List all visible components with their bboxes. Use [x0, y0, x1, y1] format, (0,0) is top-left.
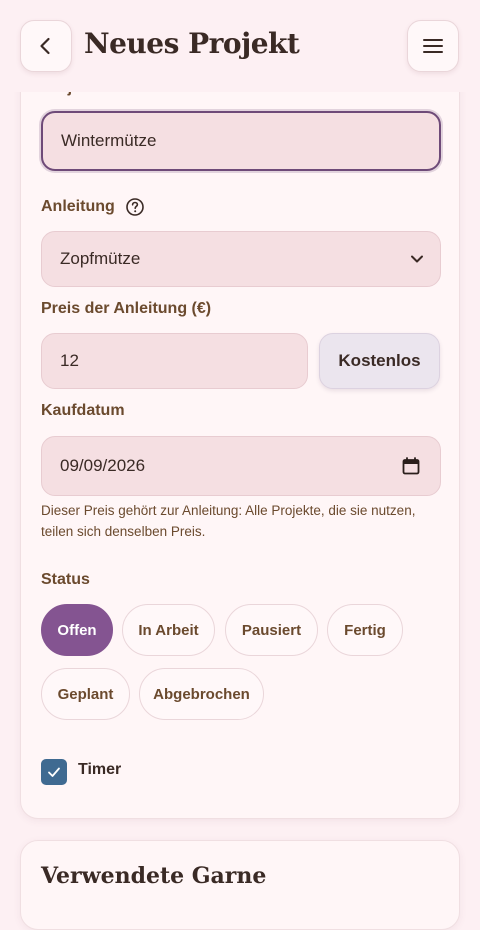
price-label: Preis der Anleitung (€): [41, 300, 212, 317]
chevron-down-icon: [411, 255, 423, 263]
status-chip-pausiert[interactable]: Pausiert: [225, 604, 318, 656]
back-button[interactable]: [20, 20, 72, 72]
pattern-label: Anleitung: [41, 198, 115, 215]
menu-button[interactable]: [407, 20, 459, 72]
timer-checkbox[interactable]: [41, 759, 67, 785]
free-button[interactable]: Kostenlos: [319, 333, 440, 389]
page-title: Neues Projekt: [84, 27, 300, 60]
project-form-card: Projektname Wintermütze Anleitung Zopfmü…: [20, 40, 460, 819]
price-value: 12: [60, 351, 79, 370]
yarns-card: Verwendete Garne: [20, 840, 460, 930]
status-chip-geplant[interactable]: Geplant: [41, 668, 130, 720]
pattern-selected-value: Zopfmütze: [60, 249, 141, 268]
status-chip-fertig[interactable]: Fertig: [327, 604, 403, 656]
purchase-date-input[interactable]: 09/09/2026: [41, 436, 441, 496]
status-label: Status: [41, 571, 90, 588]
purchase-date-label: Kaufdatum: [41, 402, 125, 419]
calendar-icon[interactable]: [402, 457, 420, 475]
price-hint-text: Dieser Preis gehört zur Anleitung: Alle …: [41, 503, 416, 539]
yarns-section-title: Verwendete Garne: [41, 863, 267, 889]
status-chip-abgebrochen[interactable]: Abgebrochen: [139, 668, 264, 720]
hamburger-menu-icon: [423, 39, 443, 53]
status-chip-offen[interactable]: Offen: [41, 604, 113, 656]
app-header: Neues Projekt: [0, 0, 480, 92]
status-chip-in-arbeit[interactable]: In Arbeit: [122, 604, 215, 656]
project-name-input[interactable]: Wintermütze: [41, 111, 441, 171]
question-circle-icon[interactable]: [125, 197, 145, 217]
timer-label[interactable]: Timer: [78, 761, 121, 779]
checkmark-icon: [48, 767, 60, 777]
purchase-date-value: 09/09/2026: [60, 456, 146, 475]
chevron-left-icon: [40, 37, 50, 55]
pattern-select[interactable]: Zopfmütze: [41, 231, 441, 287]
price-input[interactable]: 12: [41, 333, 308, 389]
project-name-value: Wintermütze: [61, 131, 157, 150]
